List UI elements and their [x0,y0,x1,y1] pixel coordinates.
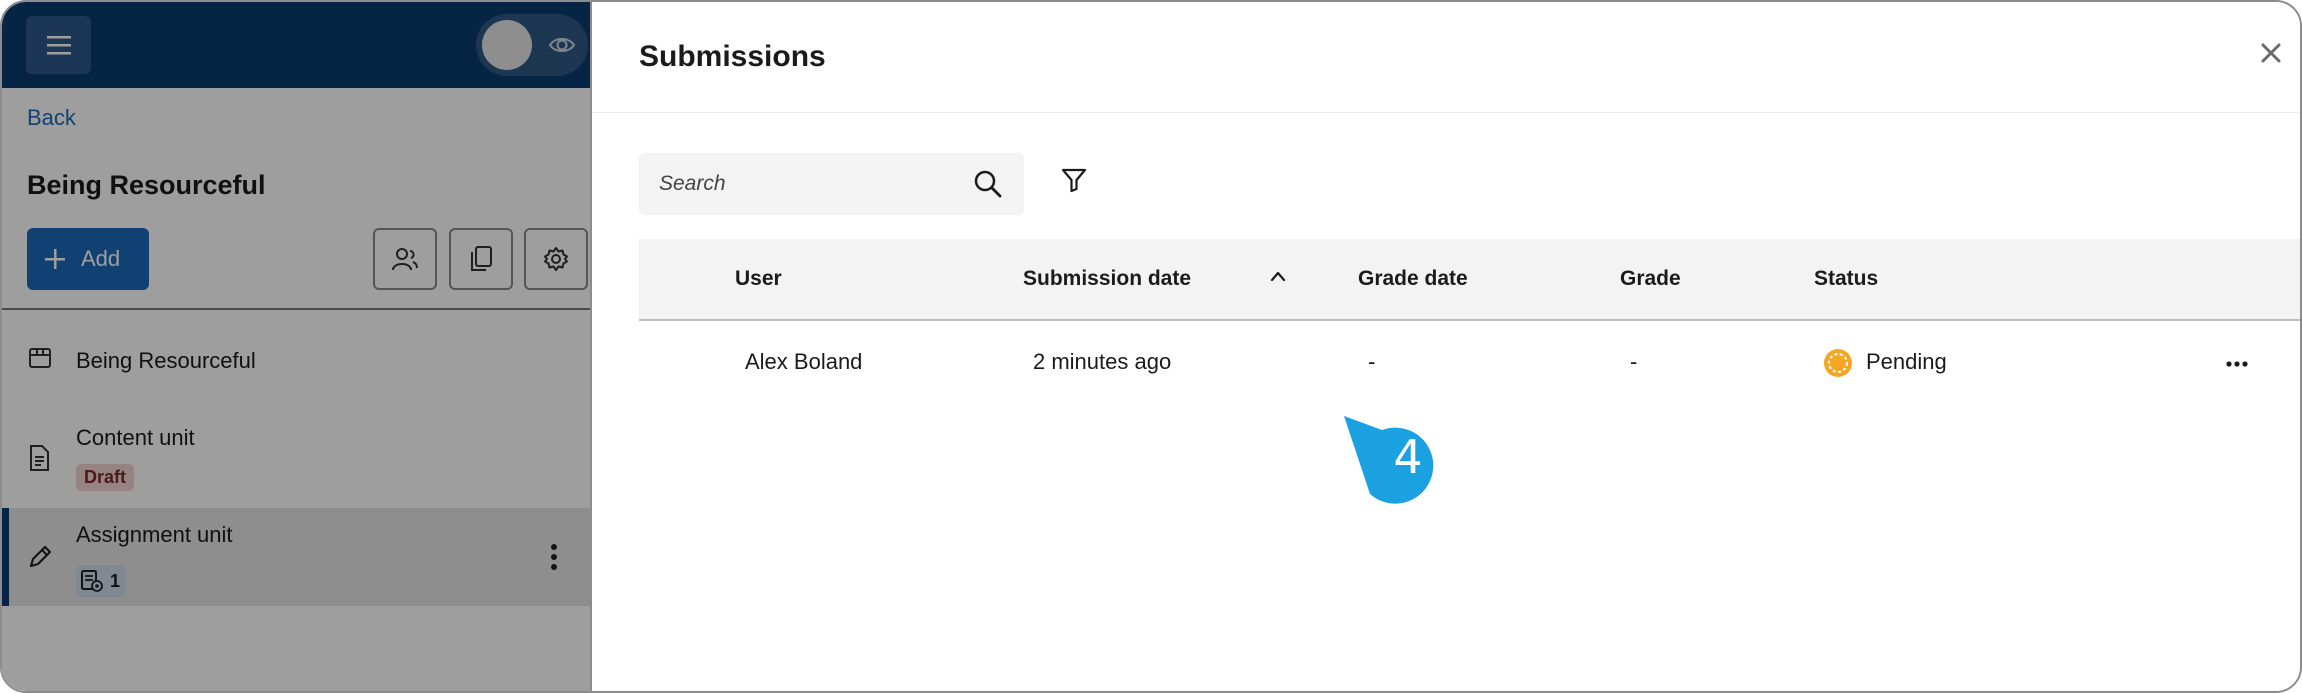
search-icon[interactable] [972,168,1004,200]
close-icon[interactable] [2260,42,2282,64]
column-header-status[interactable]: Status [1814,267,1878,291]
table-header: User Submission date Grade date Grade St… [639,239,2300,321]
search-input[interactable] [659,172,949,196]
submissions-panel: Submissions User Submission date Grade d… [592,2,2300,691]
search-field[interactable] [639,153,1024,215]
pending-status-icon [1824,349,1852,377]
column-header-user[interactable]: User [735,267,782,291]
column-header-grade[interactable]: Grade [1620,267,1681,291]
filter-icon[interactable] [1060,166,1088,194]
column-header-grade-date[interactable]: Grade date [1358,267,1468,291]
more-horizontal-icon[interactable] [2225,360,2249,368]
cell-grade-date: - [1368,349,1376,374]
cell-status: Pending [1866,349,1947,374]
sort-ascending-icon[interactable] [1269,269,1287,283]
cell-grade: - [1630,349,1638,374]
panel-title: Submissions [639,40,826,73]
cell-submission-date: 2 minutes ago [1033,349,1172,374]
column-header-submission-date[interactable]: Submission date [1023,267,1191,291]
window-frame: Back Being Resourceful Add Being Resourc… [0,0,2302,693]
header-divider [592,112,2300,113]
cell-user: Alex Boland [745,349,863,374]
callout-number: 4 [1393,430,1423,484]
modal-backdrop[interactable] [2,2,591,691]
